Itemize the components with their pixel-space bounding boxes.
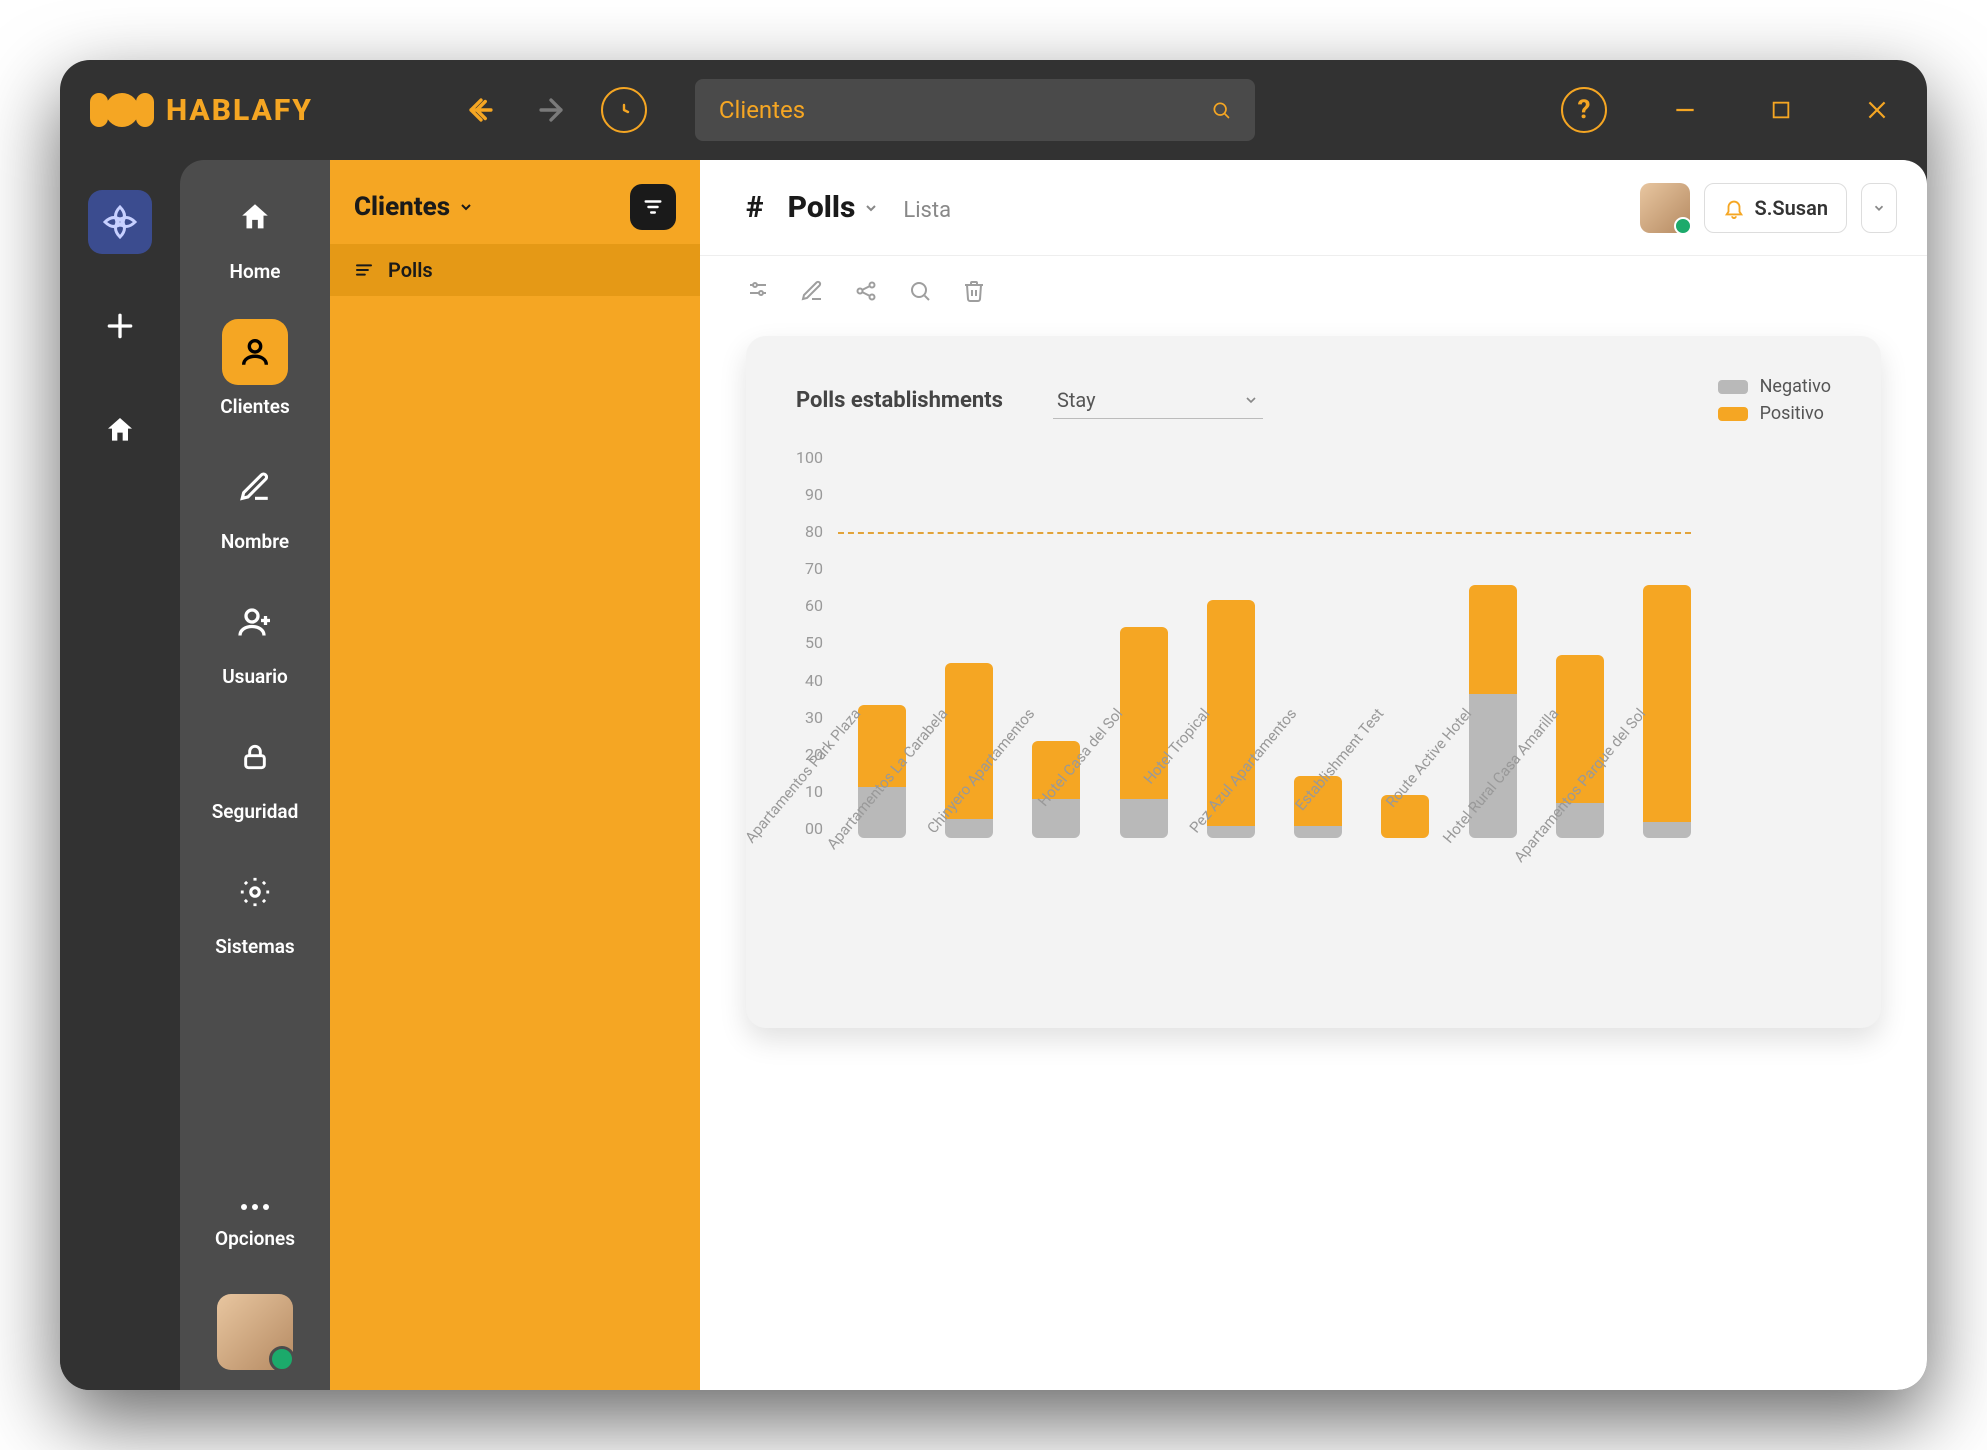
y-tick: 30 [805,708,823,727]
bell-icon [1723,197,1745,219]
content-toolbar [700,256,1927,326]
home-rail-button[interactable] [88,398,152,462]
bar-seg-neg [945,819,993,839]
legend-label-neg: Negativo [1760,376,1831,397]
toolbar-edit-button[interactable] [800,279,824,303]
legend-swatch-neg [1718,380,1748,394]
lock-icon [222,724,288,790]
filter-button[interactable] [630,184,676,230]
toolbar-delete-button[interactable] [962,279,986,303]
brand-mark-icon [90,93,154,127]
back-button[interactable] [461,90,501,130]
bar-column [1643,585,1691,838]
workspace-rail [60,160,180,1390]
app-window: HABLAFY Clientes [60,60,1927,1390]
breadcrumb: Lista [903,198,951,223]
gear-icon [222,859,288,925]
y-tick: 100 [796,448,823,467]
list-icon [354,263,374,277]
bar-seg-neg [1643,822,1691,838]
legend-label-pos: Positivo [1760,403,1824,424]
window-controls [1665,90,1897,130]
sidebar-item-sistemas[interactable]: Sistemas [215,859,294,958]
list-row-label: Polls [388,258,433,282]
header-avatar[interactable] [1640,183,1690,233]
user-icon [222,319,288,385]
sidebar-item-opciones[interactable]: Opciones [215,1197,295,1250]
chart-filter-select[interactable]: Stay [1053,382,1263,419]
close-button[interactable] [1857,90,1897,130]
edit-icon [222,454,288,520]
more-icon [222,1197,288,1217]
list-row-polls[interactable]: Polls [330,244,700,296]
toolbar-search-button[interactable] [908,279,932,303]
module-sidebar: Home Clientes Nombre [180,160,330,1390]
home-icon [222,184,288,250]
titlebar: HABLAFY Clientes [60,60,1927,160]
chevron-down-icon [1243,392,1259,408]
maximize-button[interactable] [1761,90,1801,130]
sidebar-item-label: Clientes [220,395,290,418]
search-text: Clientes [719,96,1211,124]
sidebar-item-seguridad[interactable]: Seguridad [212,724,299,823]
bar-seg-pos [1469,585,1517,694]
sidebar-item-nombre[interactable]: Nombre [221,454,289,553]
chevron-down-icon [863,200,879,216]
main-header: # Polls Lista [700,160,1927,256]
brand: HABLAFY [90,93,313,128]
brand-name: HABLAFY [166,93,313,128]
bar-seg-pos [1643,585,1691,823]
toolbar-share-button[interactable] [854,279,878,303]
history-button[interactable] [601,87,647,133]
main-panel: # Polls Lista [700,160,1927,1390]
y-tick: 00 [805,819,823,838]
y-tick: 10 [805,782,823,801]
chevron-down-icon [458,199,474,215]
chart-plot: 10090807060504030201000 Apartamentos Par… [796,448,1831,998]
chart-card: Polls establishments Stay Negativo Posit… [746,336,1881,1028]
chart-filter-value: Stay [1057,388,1096,412]
search-input[interactable]: Clientes [695,79,1255,141]
workspace-tile[interactable] [88,190,152,254]
toolbar-settings-button[interactable] [746,279,770,303]
minimize-button[interactable] [1665,90,1705,130]
bar-seg-neg [1207,826,1255,838]
forward-button[interactable] [531,90,571,130]
sidebar-avatar[interactable] [217,1294,293,1370]
sidebar-item-label: Opciones [215,1227,295,1250]
user-menu-button[interactable] [1861,183,1897,233]
user-pill[interactable]: S.Susan [1704,183,1847,233]
add-workspace-button[interactable] [88,294,152,358]
list-panel: Clientes Polls [330,160,700,1390]
chevron-down-icon [1872,201,1886,215]
sidebar-item-label: Seguridad [212,800,299,823]
y-tick: 70 [805,559,823,578]
sidebar-item-label: Sistemas [215,935,294,958]
sidebar-item-home[interactable]: Home [222,184,288,283]
legend-swatch-pos [1718,407,1748,421]
y-tick: 60 [805,596,823,615]
chart-legend: Negativo Positivo [1718,376,1831,424]
history-nav [461,87,647,133]
sidebar-item-label: Usuario [222,665,288,688]
search-icon [1211,100,1231,120]
list-panel-title[interactable]: Clientes [354,192,474,222]
sidebar-item-label: Home [230,260,281,283]
hash-icon: # [746,190,764,225]
y-tick: 90 [805,485,823,504]
y-tick: 50 [805,633,823,652]
y-tick: 80 [805,522,823,541]
bar-seg-neg [1294,826,1342,838]
y-tick: 40 [805,671,823,690]
page-title[interactable]: Polls [788,190,880,225]
sidebar-item-clientes[interactable]: Clientes [220,319,290,418]
add-user-icon [222,589,288,655]
sidebar-item-label: Nombre [221,530,289,553]
sidebar-item-usuario[interactable]: Usuario [222,589,288,688]
user-name: S.Susan [1755,196,1828,220]
chart-title: Polls establishments [796,388,1003,413]
help-button[interactable]: ? [1561,87,1607,133]
